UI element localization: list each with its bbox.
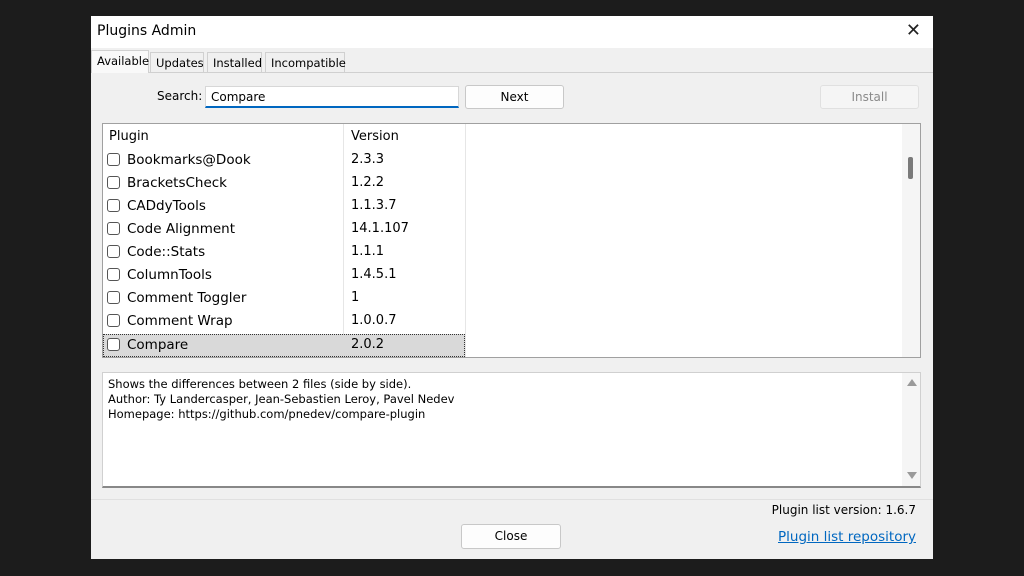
plugin-version: 2.0.2 (351, 337, 385, 352)
plugin-version: 14.1.107 (351, 221, 409, 236)
plugin-checkbox[interactable] (107, 338, 120, 351)
plugin-row[interactable]: Code::Stats 1.1.1 (103, 241, 465, 264)
homepage-text: Homepage: https://github.com/pnedev/comp… (108, 407, 426, 421)
tab-available[interactable]: Available (91, 50, 149, 73)
plugin-version: 1.4.5.1 (351, 267, 397, 282)
footer-divider (91, 499, 933, 500)
plugin-version: 1.1.3.7 (351, 198, 397, 213)
plugin-name: Comment Wrap (127, 313, 233, 329)
search-input[interactable] (205, 86, 459, 108)
plugin-checkbox[interactable] (107, 199, 120, 212)
plugin-name: Code::Stats (127, 244, 206, 260)
next-button[interactable]: Next (465, 85, 564, 109)
plugin-row[interactable]: Comment Wrap 1.0.0.7 (103, 310, 465, 333)
column-header-version[interactable]: Version (351, 126, 399, 148)
plugin-name: ColumnTools (127, 267, 212, 283)
plugin-name: Code Alignment (127, 221, 236, 237)
plugin-version: 1.2.2 (351, 175, 385, 190)
plugin-checkbox[interactable] (107, 176, 120, 189)
tab-bar: Available Updates Installed Incompatible (91, 50, 933, 73)
plugin-list-repository-link[interactable]: Plugin list repository (778, 529, 916, 545)
tab-installed[interactable]: Installed (207, 52, 262, 72)
plugin-row[interactable]: CADdyTools 1.1.3.7 (103, 195, 465, 218)
plugin-name: BracketsCheck (127, 175, 228, 191)
plugin-checkbox[interactable] (107, 291, 120, 304)
plugin-version: 1 (351, 290, 360, 305)
plugin-name: Comment Toggler (127, 290, 247, 306)
close-button[interactable]: Close (461, 524, 561, 549)
plugin-version: 1.0.0.7 (351, 313, 397, 328)
plugin-row[interactable]: Code Alignment 14.1.107 (103, 218, 465, 241)
plugin-description[interactable]: Shows the differences between 2 files (s… (102, 372, 921, 488)
plugin-name: Compare (127, 337, 189, 353)
tab-updates[interactable]: Updates (150, 52, 204, 72)
list-scrollbar[interactable] (902, 124, 920, 357)
plugin-list-version: Plugin list version: 1.6.7 (771, 503, 916, 517)
plugin-checkbox[interactable] (107, 268, 120, 281)
plugin-checkbox[interactable] (107, 153, 120, 166)
close-icon[interactable]: ✕ (906, 20, 921, 41)
description-text: Shows the differences between 2 files (s… (108, 377, 412, 391)
plugin-name: CADdyTools (127, 198, 206, 214)
scroll-up-arrow-icon[interactable] (907, 379, 917, 386)
title-bar: Plugins Admin ✕ (91, 16, 933, 48)
column-divider (465, 124, 466, 357)
scrollbar-thumb[interactable] (908, 157, 913, 179)
window-title: Plugins Admin (97, 23, 197, 39)
search-label: Search: (157, 89, 203, 103)
plugin-list[interactable]: Plugin Version Bookmarks@Dook 2.3.3 Brac… (102, 123, 921, 358)
plugin-row-selected[interactable]: Compare 2.0.2 (103, 334, 465, 357)
install-button[interactable]: Install (820, 85, 919, 109)
plugin-checkbox[interactable] (107, 222, 120, 235)
plugin-version: 2.3.3 (351, 152, 385, 167)
plugin-name: Bookmarks@Dook (127, 152, 251, 168)
plugin-checkbox[interactable] (107, 245, 120, 258)
plugin-row[interactable]: BracketsCheck 1.2.2 (103, 172, 465, 195)
plugin-checkbox[interactable] (107, 314, 120, 327)
tab-incompatible[interactable]: Incompatible (265, 52, 346, 72)
plugin-row[interactable]: ColumnTools 1.4.5.1 (103, 264, 465, 287)
column-header-plugin[interactable]: Plugin (109, 126, 149, 148)
scroll-down-arrow-icon[interactable] (907, 472, 917, 479)
plugin-row[interactable]: Comment Toggler 1 (103, 287, 465, 310)
plugin-version: 1.1.1 (351, 244, 385, 259)
plugin-row[interactable]: Bookmarks@Dook 2.3.3 (103, 149, 465, 172)
description-scrollbar[interactable] (902, 373, 920, 486)
plugins-admin-dialog: Plugins Admin ✕ Available Updates Instal… (91, 16, 933, 559)
author-text: Author: Ty Landercasper, Jean-Sebastien … (108, 392, 455, 406)
